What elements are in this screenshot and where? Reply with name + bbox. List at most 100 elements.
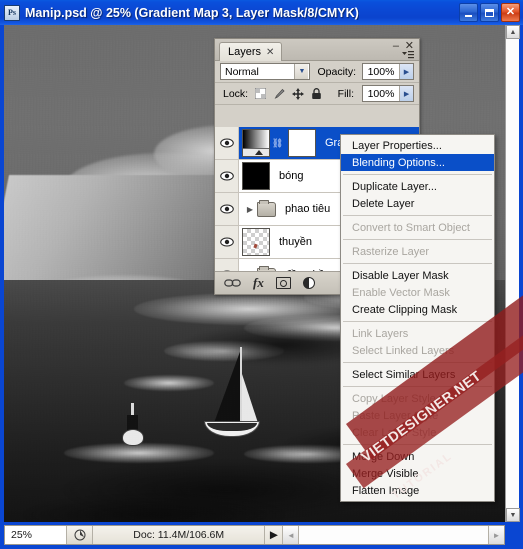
window-controls: ✕ [459,3,520,22]
menu-item-select-linked-layers: Select Linked Layers [352,344,455,357]
menu-item-clear-layer-style: Clear Layer Style [352,426,437,439]
window-titlebar: Ps Manip.psd @ 25% (Gradient Map 3, Laye… [0,0,523,25]
menu-item-select-similar-layers[interactable]: Select Similar Layers [341,366,494,383]
menu-separator [343,263,492,264]
minimize-button[interactable] [459,3,478,22]
tab-close-icon[interactable]: ✕ [266,47,274,58]
lock-row: Lock: Fill: 100% ▶ [215,83,419,105]
layer-thumbnail-gradient-map[interactable] [242,129,270,157]
group-folder-icon [257,199,276,217]
fill-label: Fill: [337,87,355,100]
page-preview-icon[interactable] [67,526,93,544]
menu-separator [343,444,492,445]
tab-layers[interactable]: Layers ✕ [219,42,283,61]
layer-visibility-toggle[interactable] [215,160,239,192]
layer-visibility-toggle[interactable] [215,259,239,271]
lock-all-icon[interactable] [310,87,323,100]
layer-visibility-toggle[interactable] [215,127,239,159]
layer-name-bong[interactable]: bóng [279,170,303,182]
menu-separator [343,362,492,363]
document-size-info: Doc: 11.4M/106.6M [93,526,266,544]
chain-glyph [224,279,241,287]
maximize-button[interactable] [480,3,499,22]
chevron-down-icon[interactable]: ▼ [294,64,309,79]
menu-item-flatten-image[interactable]: Flatten Image [341,482,494,499]
link-layers-icon[interactable] [224,278,241,288]
fill-input[interactable]: 100% ▶ [362,85,415,102]
menu-item-link-layers: Link Layers [352,327,409,340]
opacity-label: Opacity: [317,65,356,78]
menu-separator [343,215,492,216]
status-bar: 25% Doc: 11.4M/106.6M ▶ ◄ ► [4,525,505,545]
blend-mode-row: Normal ▼ Opacity: 100% ▶ [215,61,419,83]
page-preview-glyph [74,529,85,541]
menu-item-blending-options[interactable]: Blending Options... [341,154,494,171]
scroll-left-icon[interactable]: ◄ [283,526,300,544]
mask-glyph [275,277,291,289]
menu-separator [343,321,492,322]
scroll-right-icon[interactable]: ► [488,526,504,544]
menu-item-merge-visible[interactable]: Merge Visible [341,465,494,482]
eye-icon [219,204,234,214]
layer-visibility-toggle[interactable] [215,193,239,225]
lock-transparency-icon[interactable] [254,87,267,100]
opacity-stepper-icon[interactable]: ▶ [399,64,413,79]
menu-item-delete-layer[interactable]: Delete Layer [341,195,494,212]
vertical-scrollbar-track[interactable] [506,39,519,508]
menu-item-duplicate-layer[interactable]: Duplicate Layer... [341,178,494,195]
scroll-down-icon[interactable]: ▼ [506,508,520,522]
menu-item-merge-down[interactable]: Merge Down [341,448,494,465]
blend-mode-value: Normal [225,65,259,78]
layer-visibility-toggle[interactable] [215,226,239,258]
maximize-icon [485,8,494,17]
minimize-icon [465,14,472,17]
opacity-input[interactable]: 100% ▶ [362,63,414,80]
half-circle-glyph [302,277,315,289]
menu-item-disable-layer-mask[interactable]: Disable Layer Mask [341,267,494,284]
checkerboard-glyph [254,88,266,99]
lock-label: Lock: [223,87,249,100]
lock-image-icon[interactable] [273,87,286,100]
menu-item-convert-to-smart-object: Convert to Smart Object [352,221,470,234]
menu-item-enable-vector-mask: Enable Vector Mask [352,286,450,299]
menu-item-copy-layer-style: Copy Layer Style [352,392,436,405]
layer-name-phao-tieu[interactable]: phao tiêu [285,203,330,215]
vertical-scrollbar[interactable]: ▲ ▼ [505,25,520,522]
new-adjustment-layer-icon[interactable] [302,277,315,289]
fill-stepper-icon[interactable]: ▶ [399,86,414,101]
menu-separator [343,239,492,240]
fill-value: 100% [367,87,395,100]
panel-tab-strip: Layers ✕ – ✕ [215,39,419,61]
layer-thumbnail-bong[interactable] [242,162,270,190]
menu-item-rasterize-layer: Rasterize Layer [352,245,430,258]
photoshop-icon: Ps [4,4,20,21]
menu-separator [343,174,492,175]
move-arrows-glyph [291,87,304,100]
brush-glyph [274,88,285,99]
opacity-value: 100% [367,65,395,78]
close-icon: ✕ [505,6,516,18]
padlock-glyph [312,87,321,99]
group-expand-triangle-icon[interactable]: ▶ [244,205,256,214]
lock-position-icon[interactable] [291,87,304,100]
eye-icon [219,138,234,148]
menu-item-create-clipping-mask[interactable]: Create Clipping Mask [341,301,494,318]
layer-name-thuyen[interactable]: thuyền [279,236,312,248]
zoom-level-input[interactable]: 25% [5,526,67,544]
panel-flyout-menu-icon[interactable] [401,50,415,60]
menu-item-layer-properties[interactable]: Layer Properties... [341,137,494,154]
link-mask-icon[interactable]: ⛓ [272,138,283,149]
layer-mask-thumbnail[interactable] [288,129,316,157]
layer-thumbnail-thuyen[interactable] [242,228,270,256]
add-layer-mask-icon[interactable] [275,277,291,289]
status-menu-arrow-icon[interactable]: ▶ [265,526,284,544]
horizontal-scrollbar-track[interactable] [299,526,488,544]
layer-style-fx-icon[interactable]: fx [253,275,264,291]
blend-mode-select[interactable]: Normal ▼ [220,63,311,80]
menu-item-paste-layer-style: Paste Layer Style [352,409,439,422]
scroll-up-icon[interactable]: ▲ [506,25,520,39]
panel-minimize-icon[interactable]: – [393,41,399,52]
layer-context-menu[interactable]: Layer Properties... Blending Options... … [340,134,495,502]
close-button[interactable]: ✕ [501,3,520,22]
eye-icon [219,237,234,247]
